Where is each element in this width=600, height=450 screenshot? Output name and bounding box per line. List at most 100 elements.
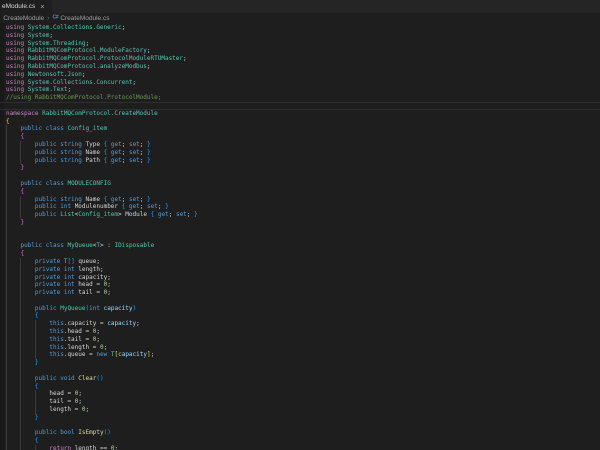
code-token: capacity [107, 320, 136, 327]
code-area[interactable]: using System.Collections.Generic;using S… [0, 23, 600, 450]
code-line[interactable]: { [0, 383, 600, 391]
indent-guide [6, 188, 7, 196]
code-token: set [129, 141, 140, 148]
indent-guide [35, 320, 36, 328]
code-line[interactable]: } [0, 414, 600, 422]
code-token: public [20, 242, 42, 249]
code-token: { [35, 312, 39, 319]
code-token: } [20, 219, 24, 226]
code-line[interactable]: } [0, 359, 600, 367]
code-line[interactable] [0, 367, 600, 375]
code-line[interactable]: private int length; [0, 266, 600, 274]
code-line[interactable]: public void Clear() [0, 375, 600, 383]
code-line[interactable] [0, 227, 600, 235]
code-line[interactable]: public string Type { get; set; } [0, 141, 600, 149]
code-line[interactable]: } [0, 164, 600, 172]
code-token [6, 219, 20, 226]
code-line[interactable]: using Newtonsoft.Json; [0, 71, 600, 79]
code-line[interactable]: { [0, 118, 600, 126]
code-line[interactable]: public List<Config_item> Module { get; s… [0, 211, 600, 219]
code-line[interactable]: private int capacity; [0, 274, 600, 282]
code-token: using [6, 63, 24, 70]
code-line[interactable]: this.queue = new T[capacity]; [0, 351, 600, 359]
code-line[interactable]: { [0, 188, 600, 196]
code-line[interactable]: using RabbitMQComProtocol.analyzeModbus; [0, 63, 600, 71]
code-line[interactable] [0, 297, 600, 305]
code-token: set [129, 196, 140, 203]
code-line[interactable]: //using RabbitMQComProtocol.ProtocolModu… [0, 94, 600, 102]
indent-guide [6, 149, 7, 157]
code-line[interactable]: private int head = 0; [0, 281, 600, 289]
code-line[interactable]: namespace RabbitMQComProtocol.CreateModu… [0, 110, 600, 118]
editor[interactable]: using System.Collections.Generic;using S… [0, 23, 600, 450]
indent-guide [20, 367, 21, 375]
code-line[interactable] [0, 172, 600, 180]
code-token: public [35, 203, 57, 210]
code-line[interactable]: { [0, 250, 600, 258]
code-line[interactable]: this.length = 0; [0, 344, 600, 352]
code-line[interactable]: using System.Collections.Generic; [0, 24, 600, 32]
indent-guide [35, 406, 36, 414]
code-line[interactable]: } [0, 219, 600, 227]
code-line[interactable]: public string Name { get; set; } [0, 149, 600, 157]
code-line[interactable]: public int Modulenumber { get; set; } [0, 203, 600, 211]
code-line[interactable]: using System.Threading; [0, 40, 600, 48]
code-line[interactable]: private T[] queue; [0, 258, 600, 266]
code-line[interactable]: tail = 0; [0, 398, 600, 406]
code-token [6, 250, 20, 257]
code-line[interactable]: using System.Collections.Concurrent; [0, 79, 600, 87]
code-token: System.Text [28, 86, 68, 93]
breadcrumb-item-file[interactable]: CreateModule.cs [60, 15, 109, 22]
code-line[interactable]: this.capacity = capacity; [0, 320, 600, 328]
tab-close-icon[interactable]: × [40, 3, 44, 11]
code-token: //using RabbitMQComProtocol.ProtocolModu… [6, 94, 161, 101]
indent-guide [6, 164, 7, 172]
code-line[interactable]: public bool IsEmpty() [0, 429, 600, 437]
indent-guide [20, 258, 21, 266]
indent-guide [20, 422, 21, 430]
code-line[interactable]: public MyQueue(int capacity) [0, 305, 600, 313]
code-line[interactable]: public class Config_item [0, 125, 600, 133]
code-line[interactable]: this.head = 0; [0, 328, 600, 336]
code-token: { [6, 118, 10, 125]
code-token: head [67, 328, 81, 335]
code-line[interactable]: public string Name { get; set; } [0, 196, 600, 204]
code-line[interactable]: using System.Text; [0, 86, 600, 94]
code-token: Path [86, 157, 100, 164]
code-token: RabbitMQComProtocol.analyzeModbus [28, 63, 147, 70]
code-token: capacity [67, 320, 96, 327]
code-token: set [129, 157, 140, 164]
indent-guide [6, 328, 7, 336]
code-token: Module [125, 211, 147, 218]
code-line[interactable]: head = 0; [0, 390, 600, 398]
code-line[interactable]: { [0, 133, 600, 141]
code-line[interactable]: public class MODULECONFIG [0, 180, 600, 188]
code-line[interactable]: this.tail = 0; [0, 336, 600, 344]
indent-guide [20, 203, 21, 211]
code-line-current[interactable] [0, 102, 600, 110]
tab-bar: eModule.cs × [0, 0, 600, 13]
code-token: using [6, 24, 24, 31]
code-token: RabbitMQComProtocol.CreateModule [42, 110, 158, 117]
code-line[interactable]: using RabbitMQComProtocol.ProtocolModule… [0, 55, 600, 63]
code-token: class [46, 125, 64, 132]
code-line[interactable]: return length == 0; [0, 445, 600, 450]
breadcrumb-item-folder[interactable]: CreateModule [3, 15, 44, 22]
indent-guide [20, 414, 21, 422]
tab-createmodule-cs[interactable]: eModule.cs × [0, 0, 52, 13]
code-line[interactable] [0, 422, 600, 430]
code-token: void [60, 375, 74, 382]
code-line[interactable]: public class MyQueue<T> : IDisposable [0, 242, 600, 250]
code-token: using [6, 71, 24, 78]
code-token: } [165, 203, 169, 210]
code-line[interactable]: length = 0; [0, 406, 600, 414]
code-line[interactable]: public string Path { get; set; } [0, 157, 600, 165]
code-line[interactable]: using System; [0, 32, 600, 40]
code-line[interactable]: using RabbitMQComProtocol.ModuleFactory; [0, 47, 600, 55]
code-token: ; [114, 445, 118, 450]
code-line[interactable] [0, 235, 600, 243]
code-line[interactable]: { [0, 312, 600, 320]
code-line[interactable]: private int tail = 0; [0, 289, 600, 297]
indent-guide [6, 445, 7, 450]
code-line[interactable]: { [0, 437, 600, 445]
